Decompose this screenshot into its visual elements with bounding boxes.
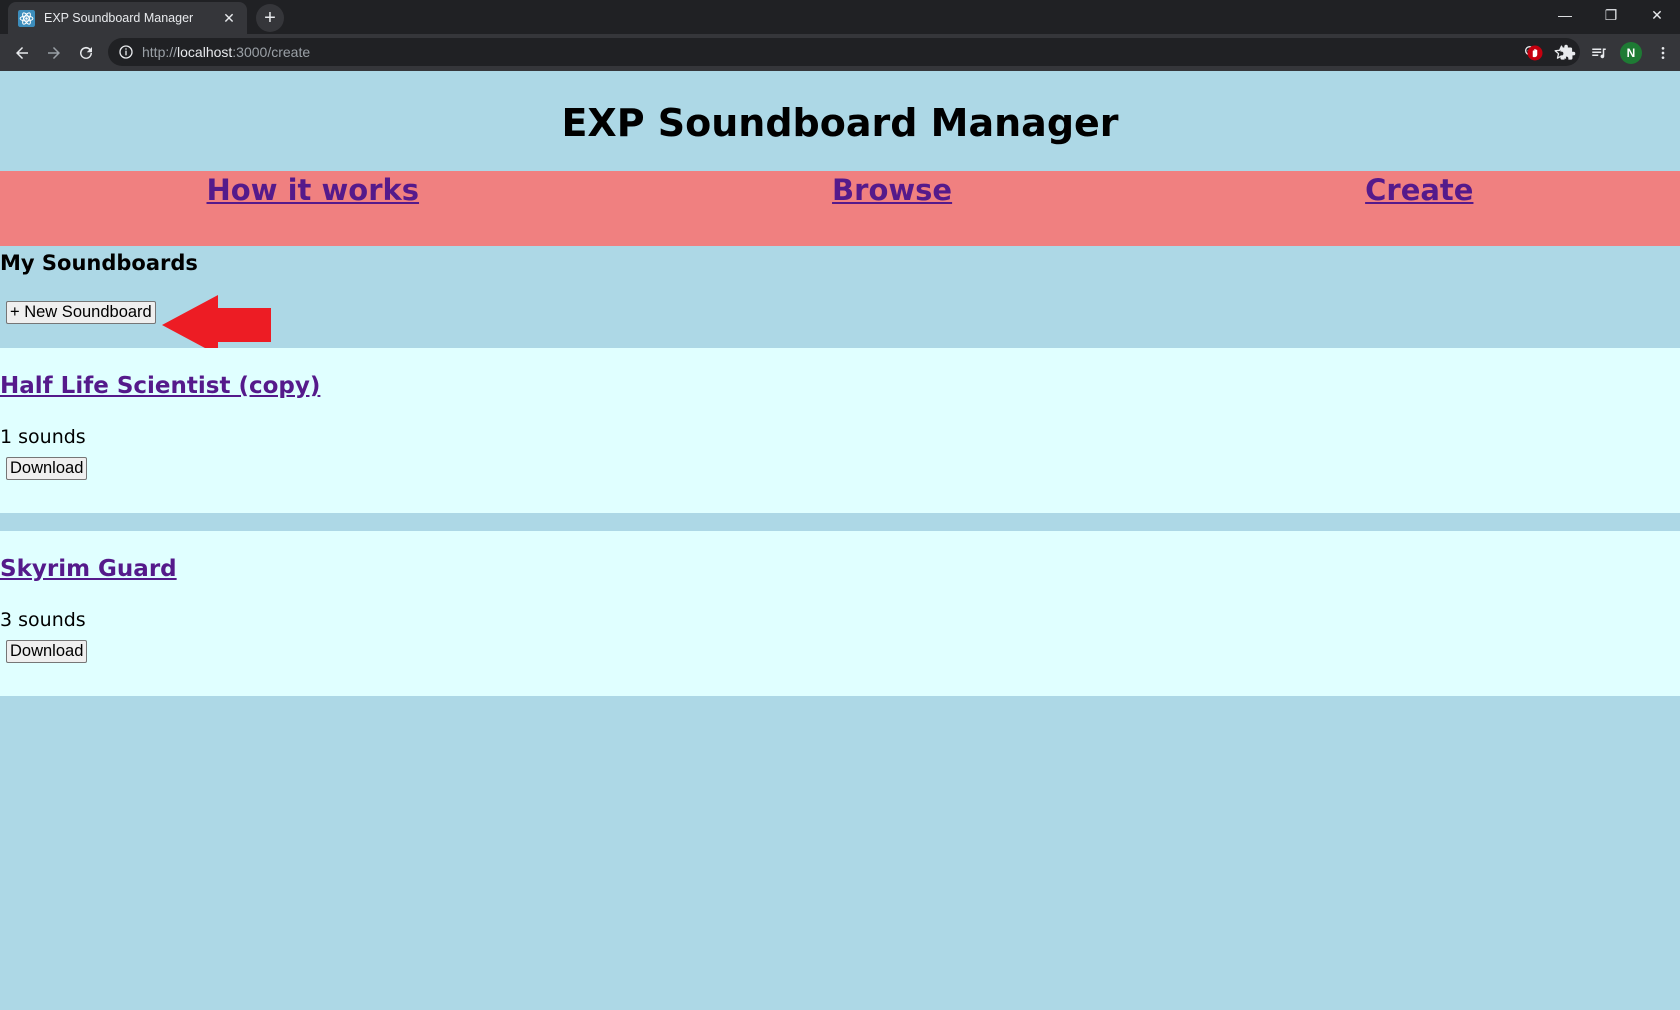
- profile-avatar[interactable]: N: [1620, 41, 1642, 64]
- react-icon: [18, 9, 35, 27]
- sound-count: 3 sounds: [0, 609, 86, 631]
- sound-count: 1 sounds: [0, 426, 86, 448]
- browser-tab-strip: EXP Soundboard Manager ✕ + — ❐ ✕: [0, 0, 1680, 34]
- page-header: EXP Soundboard Manager: [0, 71, 1680, 171]
- browser-toolbar: http://localhost:3000/create N: [0, 34, 1680, 71]
- extensions-puzzle-icon[interactable]: [1556, 42, 1578, 64]
- soundboard-title-link[interactable]: Half Life Scientist (copy): [0, 373, 320, 399]
- address-bar[interactable]: http://localhost:3000/create: [108, 38, 1580, 66]
- tab-title: EXP Soundboard Manager: [44, 11, 194, 25]
- red-arrow-annotation: [162, 295, 271, 355]
- info-icon[interactable]: [118, 44, 134, 60]
- new-soundboard-button[interactable]: + New Soundboard: [6, 301, 156, 324]
- page-title: EXP Soundboard Manager: [561, 101, 1119, 145]
- media-queue-icon[interactable]: [1588, 42, 1610, 64]
- download-button[interactable]: Download: [6, 640, 88, 663]
- page-content: EXP Soundboard Manager How it works Brow…: [0, 71, 1680, 1010]
- soundboard-title-link[interactable]: Skyrim Guard: [0, 556, 177, 582]
- url-path: :3000/create: [232, 44, 311, 60]
- new-soundboard-row: + New Soundboard: [0, 280, 1680, 355]
- download-button[interactable]: Download: [6, 457, 88, 480]
- soundboard-card: Skyrim Guard 3 sounds Download: [0, 531, 1680, 696]
- card-gap: [0, 513, 1680, 531]
- new-tab-button[interactable]: +: [256, 4, 284, 32]
- minimize-window-icon[interactable]: —: [1542, 0, 1588, 30]
- browser-tab[interactable]: EXP Soundboard Manager ✕: [8, 2, 247, 34]
- url-scheme: http://: [142, 44, 178, 60]
- section-title: My Soundboards: [0, 251, 198, 275]
- back-icon[interactable]: [6, 37, 38, 69]
- nav-link-create[interactable]: Create: [1365, 173, 1473, 207]
- reload-icon[interactable]: [70, 37, 102, 69]
- close-tab-icon[interactable]: ✕: [221, 10, 237, 27]
- restore-window-icon[interactable]: ❐: [1588, 0, 1634, 30]
- nav-link-how-it-works[interactable]: How it works: [207, 173, 420, 207]
- forward-icon[interactable]: [38, 37, 70, 69]
- menu-kebab-icon[interactable]: [1652, 42, 1674, 64]
- soundboard-card: Half Life Scientist (copy) 1 sounds Down…: [0, 348, 1680, 513]
- extensions-area: N: [1524, 34, 1674, 71]
- close-window-icon[interactable]: ✕: [1634, 0, 1680, 30]
- nav-link-browse[interactable]: Browse: [832, 173, 952, 207]
- main-nav: How it works Browse Create: [0, 171, 1680, 246]
- adblock-extension-icon[interactable]: [1524, 42, 1546, 64]
- url-host: localhost: [177, 44, 233, 60]
